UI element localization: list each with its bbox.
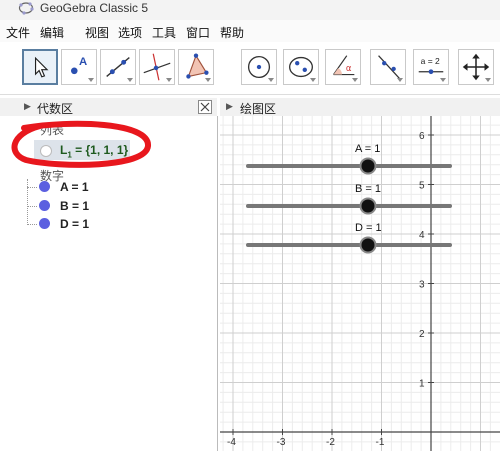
conic-tool[interactable] (283, 49, 319, 85)
menu-window[interactable]: 窗口 (186, 24, 210, 41)
slider-tool[interactable]: a = 2 (413, 49, 449, 85)
y-tick-label: 2 (419, 329, 425, 340)
algebra-view: 列表 L1 = {1, 1, 1} 数字 A = 1 B = 1 D = 1 (0, 116, 218, 451)
geogebra-logo-icon (18, 2, 34, 15)
reflect-tool[interactable] (370, 49, 406, 85)
collapse-arrow-icon[interactable]: ▶ (226, 101, 233, 112)
x-tick-label: -4 (227, 437, 236, 448)
window-title: GeoGebra Classic 5 (40, 1, 149, 15)
menu-help[interactable]: 帮助 (220, 24, 244, 41)
menu-edit[interactable]: 编辑 (40, 24, 64, 41)
graphics-view-header: ▶ 绘图区 (220, 98, 500, 117)
menu-bar: 文件 编辑 视图 选项 工具 窗口 帮助 (0, 20, 500, 42)
menu-file[interactable]: 文件 (6, 24, 30, 41)
move-graphics-view-tool[interactable] (458, 49, 494, 85)
polygon-tool[interactable] (178, 49, 214, 85)
red-annotation-circle (11, 120, 151, 168)
toolbar: A α a = 2 (0, 46, 500, 95)
slider-label: D = 1 (355, 222, 382, 234)
svg-text:A: A (79, 56, 87, 68)
perpendicular-line-tool[interactable] (139, 49, 175, 85)
menu-tools[interactable]: 工具 (152, 24, 176, 41)
svg-text:a = 2: a = 2 (421, 56, 440, 66)
menu-options[interactable]: 选项 (118, 24, 142, 41)
line-tool[interactable] (100, 49, 136, 85)
graphics-view[interactable]: 1 2 3 4 5 6 -4 -3 -2 -1 A = 1 B = 1 D = 1 (220, 116, 500, 451)
y-tick-label: 5 (419, 181, 425, 192)
x-tick-label: -2 (326, 437, 335, 448)
title-bar: GeoGebra Classic 5 (0, 0, 500, 20)
slider-0[interactable]: A = 1 (246, 143, 452, 175)
slider-handle[interactable] (359, 236, 377, 254)
y-tick-label: 3 (419, 280, 425, 291)
collapse-arrow-icon[interactable]: ▶ (24, 101, 31, 112)
number-item-B[interactable]: B = 1 (60, 199, 89, 213)
cursor-arrow-icon (34, 56, 49, 78)
close-icon[interactable] (198, 100, 212, 114)
svg-text:α: α (346, 64, 352, 74)
slider-handle[interactable] (359, 197, 377, 215)
circle-tool[interactable] (241, 49, 277, 85)
menu-view[interactable]: 视图 (85, 24, 109, 41)
slider-handle[interactable] (359, 157, 377, 175)
slider-label: A = 1 (355, 143, 380, 155)
number-item-D[interactable]: D = 1 (60, 217, 89, 231)
slider-label: B = 1 (355, 183, 381, 195)
graphics-view-title: 绘图区 (240, 102, 277, 116)
algebra-view-title: 代数区 (37, 102, 74, 116)
move-tool[interactable] (22, 49, 58, 85)
point-tool[interactable]: A (61, 49, 97, 85)
x-tick-label: -1 (376, 437, 385, 448)
x-tick-label: -3 (277, 437, 286, 448)
y-tick-label: 6 (419, 131, 425, 142)
algebra-view-header: ▶ 代数区 (0, 98, 217, 117)
visibility-dot-D[interactable] (39, 218, 50, 229)
y-tick-label: 1 (419, 379, 425, 390)
angle-tool[interactable]: α (325, 49, 361, 85)
graphics-canvas[interactable]: 1 2 3 4 5 6 -4 -3 -2 -1 A = 1 B = 1 D = 1 (220, 116, 500, 451)
y-tick-label: 4 (419, 230, 425, 241)
visibility-dot-B[interactable] (39, 200, 50, 211)
